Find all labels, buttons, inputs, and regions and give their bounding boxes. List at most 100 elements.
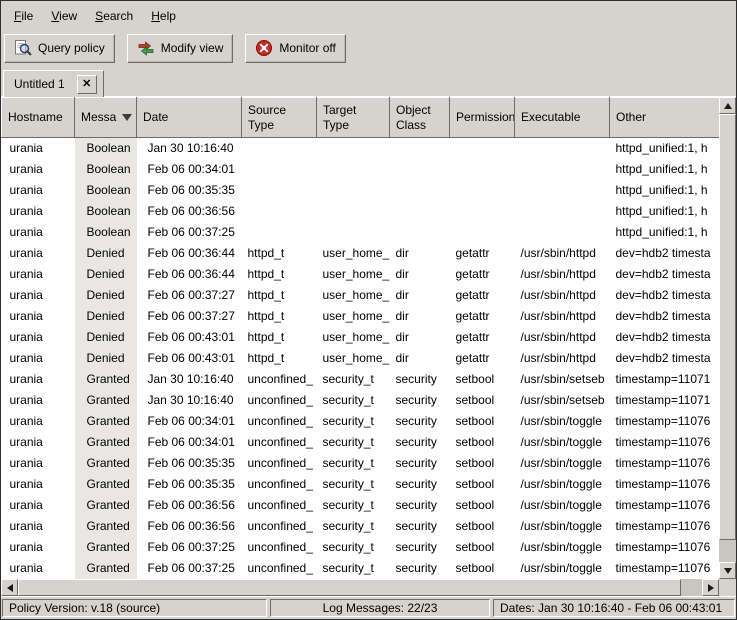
cell: timestamp=11071 [610, 390, 720, 411]
menu-file[interactable]: File [5, 5, 42, 27]
column-header-other[interactable]: Other [610, 98, 720, 138]
table-row[interactable]: uraniaDeniedFeb 06 00:43:01httpd_tuser_h… [2, 327, 720, 348]
modify-view-label: Modify view [161, 41, 224, 55]
cell: dir [390, 306, 450, 327]
status-policy-version: Policy Version: v.18 (source) [2, 599, 267, 617]
cell: httpd_t [242, 285, 317, 306]
scroll-right-button[interactable] [702, 579, 719, 596]
cell: dir [390, 264, 450, 285]
vertical-scrollbar-track[interactable] [719, 114, 736, 562]
cell: dir [390, 285, 450, 306]
table-row[interactable]: uraniaGrantedJan 30 10:16:40unconfined_s… [2, 390, 720, 411]
tab-bar: Untitled 1 ✕ [1, 67, 736, 97]
log-table-viewport: Hostname Messa Date Source Type Target T… [1, 97, 719, 579]
table-row[interactable]: uraniaGrantedFeb 06 00:35:35unconfined_s… [2, 474, 720, 495]
table-row[interactable]: uraniaDeniedFeb 06 00:36:44httpd_tuser_h… [2, 264, 720, 285]
cell: Feb 06 00:37:27 [137, 285, 242, 306]
cell: security [390, 558, 450, 579]
column-header-message[interactable]: Messa [75, 98, 137, 138]
cell: unconfined_ [242, 432, 317, 453]
cell: setbool [450, 537, 515, 558]
horizontal-scrollbar-thumb[interactable] [18, 579, 681, 596]
table-row[interactable]: uraniaGrantedFeb 06 00:34:01unconfined_s… [2, 432, 720, 453]
cell: Feb 06 00:34:01 [137, 159, 242, 180]
cell [242, 159, 317, 180]
column-header-source-type-label: Source Type [248, 103, 300, 133]
table-row[interactable]: uraniaBooleanFeb 06 00:34:01httpd_unifie… [2, 159, 720, 180]
cell [390, 201, 450, 222]
table-row[interactable]: uraniaGrantedFeb 06 00:36:56unconfined_s… [2, 495, 720, 516]
table-row[interactable]: uraniaGrantedFeb 06 00:35:35unconfined_s… [2, 453, 720, 474]
cell: unconfined_ [242, 369, 317, 390]
cell: /usr/sbin/toggle [515, 495, 610, 516]
cell: httpd_unified:1, h [610, 180, 720, 201]
cell: Feb 06 00:36:56 [137, 495, 242, 516]
column-header-date[interactable]: Date [137, 98, 242, 138]
menu-view[interactable]: View [42, 5, 86, 27]
cell: Feb 06 00:35:35 [137, 180, 242, 201]
table-row[interactable]: uraniaGrantedFeb 06 00:36:56unconfined_s… [2, 516, 720, 537]
cell: Feb 06 00:37:25 [137, 222, 242, 243]
menu-help[interactable]: Help [142, 5, 185, 27]
cell: setbool [450, 411, 515, 432]
cell: Denied [75, 306, 137, 327]
left-arrow-icon [7, 584, 13, 592]
table-row[interactable]: uraniaGrantedJan 30 10:16:40unconfined_s… [2, 369, 720, 390]
cell: Feb 06 00:37:27 [137, 306, 242, 327]
query-policy-button[interactable]: Query policy [4, 34, 115, 63]
horizontal-scrollbar-track[interactable] [18, 579, 702, 596]
cell [450, 222, 515, 243]
table-row[interactable]: uraniaBooleanFeb 06 00:37:25httpd_unifie… [2, 222, 720, 243]
cell: security [390, 369, 450, 390]
table-row[interactable]: uraniaGrantedFeb 06 00:34:01unconfined_s… [2, 411, 720, 432]
tab-close-button[interactable]: ✕ [77, 75, 97, 94]
cell: dev=hdb2 timesta [610, 327, 720, 348]
cell [242, 222, 317, 243]
modify-view-button[interactable]: Modify view [127, 34, 234, 63]
cell: security [390, 432, 450, 453]
column-header-executable[interactable]: Executable [515, 98, 610, 138]
tab-untitled-1[interactable]: Untitled 1 ✕ [3, 70, 104, 97]
table-row[interactable]: uraniaBooleanFeb 06 00:36:56httpd_unifie… [2, 201, 720, 222]
cell: Granted [75, 474, 137, 495]
cell [317, 138, 390, 159]
column-header-object-class[interactable]: Object Class [390, 98, 450, 138]
cell [242, 201, 317, 222]
scroll-left-button[interactable] [1, 579, 18, 596]
table-row[interactable]: uraniaBooleanJan 30 10:16:40httpd_unifie… [2, 138, 720, 159]
cell [390, 180, 450, 201]
cell [317, 222, 390, 243]
table-row[interactable]: uraniaDeniedFeb 06 00:36:44httpd_tuser_h… [2, 243, 720, 264]
cell: getattr [450, 285, 515, 306]
column-header-hostname[interactable]: Hostname [2, 98, 75, 138]
table-row[interactable]: uraniaGrantedFeb 06 00:37:25unconfined_s… [2, 537, 720, 558]
vertical-scrollbar[interactable] [719, 97, 736, 579]
monitor-off-button[interactable]: Monitor off [245, 34, 345, 63]
log-table-body: uraniaBooleanJan 30 10:16:40httpd_unifie… [2, 138, 720, 579]
right-arrow-icon [708, 584, 714, 592]
table-row[interactable]: uraniaDeniedFeb 06 00:37:27httpd_tuser_h… [2, 285, 720, 306]
toolbar: Query policy Modify view Monitor off [1, 29, 736, 67]
cell: httpd_unified:1, h [610, 138, 720, 159]
table-row[interactable]: uraniaDeniedFeb 06 00:43:01httpd_tuser_h… [2, 348, 720, 369]
table-row[interactable]: uraniaDeniedFeb 06 00:37:27httpd_tuser_h… [2, 306, 720, 327]
scroll-up-button[interactable] [719, 97, 736, 114]
column-header-target-type[interactable]: Target Type [317, 98, 390, 138]
cell: /usr/sbin/httpd [515, 243, 610, 264]
cell: security [390, 453, 450, 474]
cell: Feb 06 00:37:25 [137, 558, 242, 579]
scroll-down-button[interactable] [719, 562, 736, 579]
vertical-scrollbar-thumb[interactable] [719, 114, 736, 540]
cell: security_t [317, 537, 390, 558]
menu-search[interactable]: Search [86, 5, 142, 27]
column-header-permission[interactable]: Permission [450, 98, 515, 138]
column-header-source-type[interactable]: Source Type [242, 98, 317, 138]
cell [242, 180, 317, 201]
table-row[interactable]: uraniaGrantedFeb 06 00:37:25unconfined_s… [2, 558, 720, 579]
cell [515, 180, 610, 201]
cell [242, 138, 317, 159]
table-row[interactable]: uraniaBooleanFeb 06 00:35:35httpd_unifie… [2, 180, 720, 201]
horizontal-scrollbar[interactable] [1, 579, 719, 596]
cell: Boolean [75, 180, 137, 201]
cell [317, 201, 390, 222]
